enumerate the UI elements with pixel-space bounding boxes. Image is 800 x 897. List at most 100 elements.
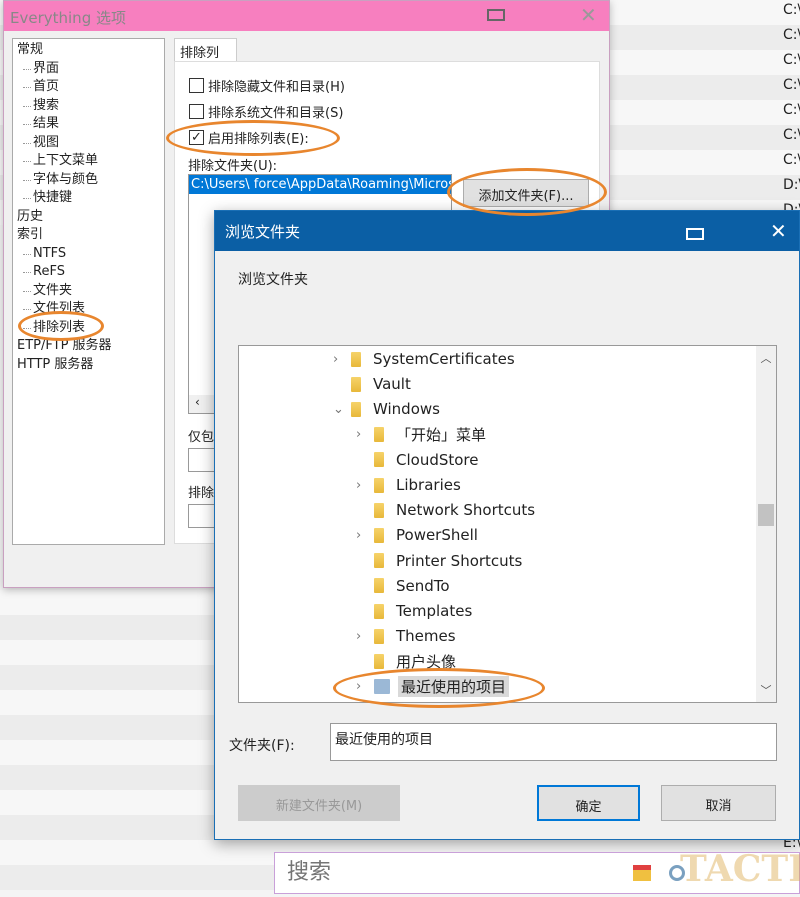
tree-item[interactable]: 结果	[17, 115, 160, 134]
folder-item[interactable]: Templates	[356, 599, 472, 623]
result-path: C:\	[783, 152, 800, 168]
folder-label: 文件夹(F):	[229, 738, 295, 754]
folder-tree[interactable]: ︿ ﹀ › SystemCertificates Vault ⌄ Windows › 「开始…	[238, 345, 777, 703]
result-path: C:\	[783, 77, 800, 93]
folder-item[interactable]: SendTo	[356, 574, 450, 598]
checkbox-label: 启用排除列表(E):	[208, 132, 309, 147]
folder-item[interactable]: Vault	[333, 372, 411, 396]
folder-item[interactable]: › 「开始」菜单	[356, 423, 486, 447]
chevron-right-icon[interactable]: ›	[356, 629, 374, 644]
window-mode-icon[interactable]	[487, 9, 505, 21]
search-input[interactable]	[287, 859, 607, 885]
folder-label: 「开始」菜单	[396, 426, 487, 445]
options-tree[interactable]: 常规 界面 首页 搜索 结果 视图 上下文菜单 字体与颜色 快捷键 历史 索引 NTFS ReFS 文件夹…	[12, 38, 165, 545]
folder-icon	[374, 553, 384, 569]
chevron-right-icon[interactable]: ›	[356, 679, 374, 694]
exclude-folder-item[interactable]: C:\Users\ force\AppData\Roaming\Microso	[189, 175, 451, 194]
folder-icon	[374, 427, 384, 443]
scrollbar-thumb[interactable]	[758, 504, 774, 526]
watermark-logo: TACTI	[680, 848, 800, 890]
scroll-up-icon[interactable]: ︿	[756, 350, 776, 366]
tree-item[interactable]: 常规	[17, 41, 160, 60]
folder-label: SendTo	[396, 576, 450, 595]
result-path: C:\	[783, 127, 800, 143]
tree-item[interactable]: NTFS	[17, 245, 160, 264]
tree-item[interactable]: 索引	[17, 226, 160, 245]
folder-icon	[374, 502, 384, 518]
close-icon[interactable]: ✕	[770, 219, 787, 243]
folder-label: Windows	[373, 400, 440, 419]
folder-icon	[374, 477, 384, 493]
checkbox-option[interactable]: ✓ 启用排除列表(E):	[189, 128, 309, 147]
close-icon[interactable]: ✕	[580, 3, 597, 27]
folder-label: 最近使用的项目	[398, 676, 510, 698]
tree-item[interactable]: 界面	[17, 60, 160, 79]
chevron-right-icon[interactable]: ›	[356, 478, 374, 493]
checkbox-label: 排除隐藏文件和目录(H)	[208, 80, 345, 95]
folder-item[interactable]: 用户头像	[356, 649, 456, 673]
new-folder-button[interactable]: 新建文件夹(M)	[238, 785, 400, 821]
folder-icon	[351, 376, 361, 392]
folder-icon	[374, 527, 384, 543]
folder-label: Network Shortcuts	[396, 501, 536, 520]
scroll-down-icon[interactable]: ﹀	[756, 682, 776, 698]
recent-items-icon	[374, 679, 390, 695]
folder-item[interactable]: › SystemCertificates	[333, 347, 515, 371]
tree-item[interactable]: 搜索	[17, 97, 160, 116]
folder-item[interactable]: CloudStore	[356, 448, 479, 472]
folder-item[interactable]: Printer Shortcuts	[356, 549, 522, 573]
options-title: Everything 选项	[10, 9, 126, 27]
tree-item[interactable]: 文件夹	[17, 282, 160, 301]
chevron-right-icon[interactable]: ›	[356, 427, 374, 442]
tree-item[interactable]: HTTP 服务器	[17, 356, 160, 375]
result-path: D:\	[783, 177, 800, 193]
add-folder-button[interactable]: 添加文件夹(F)...	[463, 179, 589, 207]
exclude-folders-label: 排除文件夹(U):	[188, 159, 278, 174]
tree-item[interactable]: 历史	[17, 208, 160, 227]
folder-item[interactable]: › PowerShell	[356, 523, 478, 547]
checkbox[interactable]	[189, 104, 204, 119]
tree-item[interactable]: 视图	[17, 134, 160, 153]
folder-icon	[374, 578, 384, 594]
folder-label: 用户头像	[396, 652, 457, 671]
folder-label: Vault	[373, 375, 411, 394]
chevron-right-icon[interactable]: ›	[356, 528, 374, 543]
exclude-files-label: 排除	[188, 486, 215, 501]
result-path: C:\	[783, 52, 800, 68]
bookmark-icon[interactable]	[633, 865, 651, 881]
folder-input[interactable]: 最近使用的项目	[330, 723, 777, 761]
chevron-down-icon[interactable]: ⌄	[333, 402, 351, 417]
folder-item[interactable]: ⌄ Windows	[333, 397, 440, 421]
folder-item[interactable]: › Libraries	[356, 473, 461, 497]
checkbox[interactable]	[189, 78, 204, 93]
folder-label: CloudStore	[396, 450, 479, 469]
tree-item[interactable]: 字体与颜色	[17, 171, 160, 190]
dialog-title-bar: 浏览文件夹 ✕	[215, 211, 799, 251]
tree-item[interactable]: 快捷键	[17, 189, 160, 208]
folder-icon	[374, 628, 384, 644]
cancel-button[interactable]: 取消	[661, 785, 776, 821]
result-path: C:\	[783, 27, 800, 43]
tree-item[interactable]: ETP/FTP 服务器	[17, 337, 160, 356]
folder-icon	[374, 452, 384, 468]
chevron-right-icon[interactable]: ›	[333, 352, 351, 367]
tree-item[interactable]: 排除列表	[17, 319, 160, 338]
checkbox-option[interactable]: 排除隐藏文件和目录(H)	[189, 76, 345, 95]
ok-button[interactable]: 确定	[537, 785, 640, 821]
tab-exclude-list[interactable]: 排除列表	[174, 38, 237, 80]
tree-item[interactable]: 文件列表	[17, 300, 160, 319]
dialog-heading: 浏览文件夹	[238, 272, 308, 288]
tree-item[interactable]: 首页	[17, 78, 160, 97]
vertical-scrollbar[interactable]: ︿ ﹀	[756, 346, 776, 702]
dialog-title: 浏览文件夹	[225, 223, 301, 241]
checkbox[interactable]: ✓	[189, 130, 204, 145]
tree-item[interactable]: 上下文菜单	[17, 152, 160, 171]
browse-folder-dialog: 浏览文件夹 ✕ 浏览文件夹 ︿ ﹀ › SystemCertificates Vau…	[214, 210, 800, 840]
result-path: C:\	[783, 102, 800, 118]
checkbox-option[interactable]: 排除系统文件和目录(S)	[189, 102, 343, 121]
folder-item[interactable]: › 最近使用的项目	[356, 675, 510, 699]
folder-item[interactable]: Network Shortcuts	[356, 498, 535, 522]
folder-item[interactable]: › Themes	[356, 624, 456, 648]
window-mode-icon[interactable]	[686, 228, 704, 240]
tree-item[interactable]: ReFS	[17, 263, 160, 282]
